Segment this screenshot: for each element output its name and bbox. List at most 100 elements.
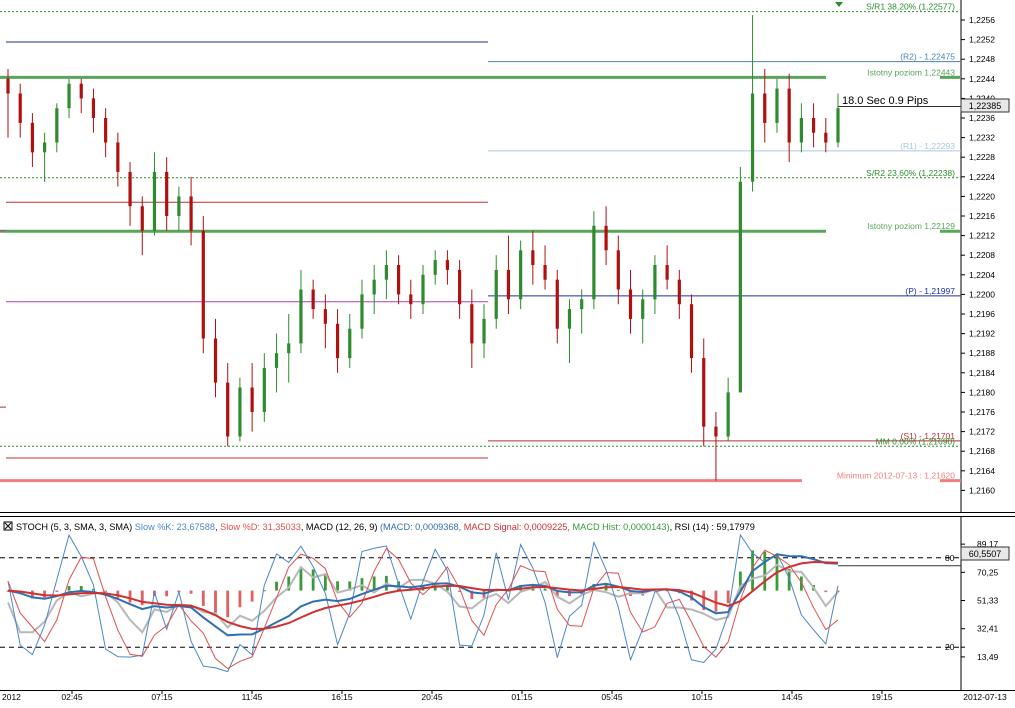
macd-hist-bar <box>336 581 339 591</box>
candle-body <box>299 289 303 344</box>
time-tick-label: 2012 <box>2 692 21 702</box>
candle-body <box>470 304 474 344</box>
legend-macd: (MACD: 0,0009368, <box>380 522 461 532</box>
price-tick-label: 1,2188 <box>969 348 995 358</box>
price-tick-label: 1,2200 <box>969 289 995 299</box>
legend-hist: MACD Hist: 0,0000143) <box>573 522 670 532</box>
macd-hist-bar <box>214 590 217 613</box>
macd-hist-bar <box>824 590 828 593</box>
candle-body <box>18 93 22 123</box>
indicator-value-label: 60,5507 <box>969 549 1002 559</box>
legend-stoch: STOCH (5, 3, SMA, 3, SMA) <box>16 522 132 532</box>
candle-body <box>6 78 10 94</box>
candle-body <box>543 265 547 280</box>
candle-body <box>628 289 633 319</box>
time-tick-label: 02:45 <box>61 692 83 702</box>
price-tick-label: 1,2168 <box>969 446 995 456</box>
macd-hist-bar <box>543 588 547 591</box>
candle-body <box>421 274 425 305</box>
candle-body <box>274 353 279 368</box>
candle-body <box>262 367 266 412</box>
candle-body <box>799 118 803 143</box>
candle-body <box>201 230 205 339</box>
price-tick-label: 1,2232 <box>969 133 995 143</box>
price-tick-label: 1,2244 <box>969 74 995 84</box>
chart-svg: S/R1 38,20% (1,22577) (R2) - 1,22475 Istot… <box>0 0 1015 703</box>
legend-macd-head: , MACD (12, 26, 9) <box>301 522 378 532</box>
candle-body <box>653 265 657 300</box>
level-label: (P) - 1,21997 <box>905 286 955 296</box>
level-label: S/R2 23,60% (1,22238) <box>866 168 955 178</box>
candle-body <box>372 279 376 295</box>
candle-body <box>726 392 730 437</box>
time-tick-label: 2012-07-13 <box>963 692 1007 702</box>
level-label: (R1) - 1,22293 <box>900 141 955 151</box>
candle-body <box>738 181 742 393</box>
price-tick-label: 1,2216 <box>969 211 995 221</box>
level-label: Minimum 2012-07-13 : 1,21620 <box>837 471 955 481</box>
candle-body <box>152 171 157 231</box>
candle-body <box>580 299 584 310</box>
level-label: (R2) - 1,22475 <box>900 52 955 62</box>
price-tick-label: 1,2196 <box>969 309 995 319</box>
time-tick-label: 19:15 <box>871 692 893 702</box>
candle-body <box>787 88 791 143</box>
candle-body <box>763 93 767 123</box>
legend-slowd: Slow %D: 31,35033 <box>220 522 301 532</box>
candle-body <box>348 328 352 359</box>
candle-body <box>824 132 828 143</box>
level-label: MM 0,00% (1,21690) <box>876 436 956 446</box>
candle-body <box>213 338 218 383</box>
candle-body <box>79 83 83 99</box>
candle-body <box>226 382 230 437</box>
candle-body <box>43 142 47 153</box>
candle-body <box>531 250 535 265</box>
candle-body <box>335 323 340 359</box>
level-label: Istotny poziom 1,22443 <box>867 67 955 77</box>
candle-body <box>128 171 132 207</box>
candle-body <box>482 318 486 344</box>
macd-hist-bar <box>238 590 242 608</box>
price-tick-label: 1,2236 <box>969 113 995 123</box>
tick-info-text: 18.0 Sec 0.9 Pips <box>842 95 929 107</box>
price-tick-label: 1,2252 <box>969 35 995 45</box>
level-label: Istotny poziom 1,22129 <box>867 221 955 231</box>
candle-body <box>177 196 181 216</box>
candle-body <box>519 250 523 300</box>
price-tick-label: 1,2228 <box>969 152 995 162</box>
candle-body <box>30 122 35 153</box>
price-tick-label: 1,2184 <box>969 368 995 378</box>
time-tick-label: 05:45 <box>601 692 623 702</box>
level-label: S/R1 38,20% (1,22577) <box>866 2 955 12</box>
indicator-tick-label: 13,49 <box>977 652 999 662</box>
candle-body <box>189 196 193 231</box>
candle-body <box>433 260 437 275</box>
price-tick-label: 1,2176 <box>969 407 995 417</box>
candle-body <box>323 309 327 324</box>
candle-body <box>67 83 71 109</box>
legend-slowk: Slow %K: 23,67588 <box>135 522 215 532</box>
candle-body <box>641 299 645 319</box>
candle-body <box>140 206 144 231</box>
price-tick-label: 1,2164 <box>969 466 995 476</box>
candle-body <box>567 309 572 329</box>
indicator-legend: STOCH (5, 3, SMA, 3, SMA) Slow %K: 23,67… <box>16 522 755 532</box>
candle-body <box>506 269 511 300</box>
candle-body <box>409 294 413 305</box>
macd-hist-bar <box>67 586 71 591</box>
price-tick-label: 1,2248 <box>969 54 995 64</box>
macd-hist-bar <box>128 590 132 603</box>
candle-body <box>677 279 681 305</box>
current-price-label: 1,22385 <box>969 101 1002 111</box>
candle-body <box>165 171 169 216</box>
trading-chart: S/R1 38,20% (1,22577) (R2) - 1,22475 Istot… <box>0 0 1015 703</box>
candle-body <box>836 108 840 143</box>
indicator-tick-label: 32,41 <box>977 624 999 634</box>
time-tick-label: 20:45 <box>421 692 443 702</box>
candle-body <box>689 304 694 359</box>
candle-body <box>384 265 388 280</box>
macd-hist-bar <box>250 590 254 602</box>
macd-hist-bar <box>299 568 303 591</box>
price-tick-label: 1,2212 <box>969 231 995 241</box>
candle-body <box>360 294 364 329</box>
